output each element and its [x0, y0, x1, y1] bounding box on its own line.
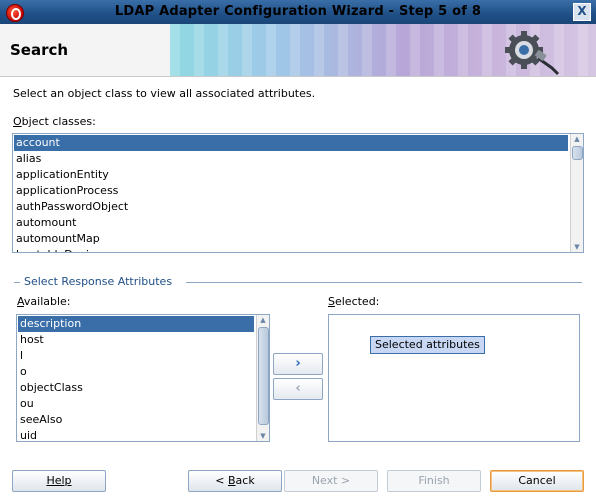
- banner-divider: [0, 76, 596, 77]
- move-right-icon[interactable]: ›: [273, 353, 323, 375]
- finish-button[interactable]: Finish: [387, 470, 481, 492]
- object-classes-label: Object classes:: [13, 115, 96, 128]
- list-item[interactable]: uid: [18, 428, 254, 441]
- selected-attributes-list[interactable]: [328, 314, 580, 442]
- list-item[interactable]: host: [18, 332, 254, 348]
- scrollbar-thumb[interactable]: [572, 146, 583, 160]
- list-item[interactable]: description: [18, 316, 254, 332]
- scrollbar-thumb[interactable]: [258, 327, 269, 425]
- selected-label: Selected:: [328, 295, 380, 308]
- list-item[interactable]: alias: [14, 151, 568, 167]
- list-item[interactable]: applicationEntity: [14, 167, 568, 183]
- list-item[interactable]: bootableDevice: [14, 247, 568, 252]
- move-left-icon[interactable]: ‹: [273, 378, 323, 400]
- list-item[interactable]: automount: [14, 215, 568, 231]
- list-item[interactable]: l: [18, 348, 254, 364]
- group-divider: [14, 282, 20, 283]
- scroll-up-arrow-icon[interactable]: ▲: [259, 316, 267, 324]
- list-item[interactable]: applicationProcess: [14, 183, 568, 199]
- page-title: Search: [10, 41, 69, 59]
- response-attributes-group-title: Select Response Attributes: [24, 275, 173, 288]
- available-attributes-scrollbar[interactable]: ▲ ▼: [256, 315, 269, 441]
- scroll-down-arrow-icon[interactable]: ▼: [259, 432, 267, 440]
- available-label: Available:: [17, 295, 71, 308]
- close-icon[interactable]: X: [573, 3, 591, 21]
- list-item[interactable]: authPasswordObject: [14, 199, 568, 215]
- list-item[interactable]: o: [18, 364, 254, 380]
- help-button[interactable]: Help: [12, 470, 106, 492]
- selected-attributes-placeholder: Selected attributes: [370, 336, 485, 354]
- list-item[interactable]: seeAlso: [18, 412, 254, 428]
- list-item[interactable]: account: [14, 135, 568, 151]
- wizard-gear-icon: [505, 31, 560, 76]
- scroll-down-arrow-icon[interactable]: ▼: [573, 243, 581, 251]
- list-item[interactable]: automountMap: [14, 231, 568, 247]
- object-classes-scrollbar[interactable]: ▲ ▼: [570, 134, 583, 252]
- object-classes-list[interactable]: account alias applicationEntity applicat…: [12, 133, 584, 253]
- list-item[interactable]: objectClass: [18, 380, 254, 396]
- cancel-button[interactable]: Cancel: [490, 470, 584, 492]
- back-button[interactable]: < Back: [188, 470, 282, 492]
- window-title: LDAP Adapter Configuration Wizard - Step…: [114, 4, 482, 19]
- next-button[interactable]: Next >: [284, 470, 378, 492]
- instruction-text: Select an object class to view all assoc…: [13, 87, 316, 100]
- group-divider: [186, 282, 582, 283]
- list-item[interactable]: ou: [18, 396, 254, 412]
- available-attributes-list[interactable]: description host l o objectClass ou seeA…: [16, 314, 270, 442]
- scroll-up-arrow-icon[interactable]: ▲: [573, 135, 581, 143]
